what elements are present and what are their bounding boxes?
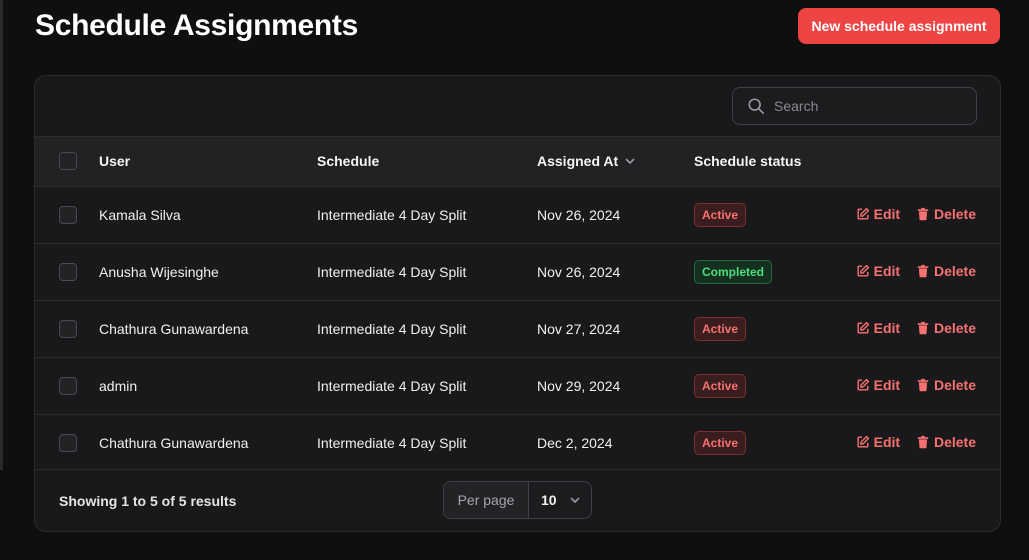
table-row: Chathura Gunawardena Intermediate 4 Day … bbox=[35, 414, 1000, 471]
table-footer: Showing 1 to 5 of 5 results Per page 10 bbox=[35, 469, 1000, 531]
cell-assigned-at: Nov 26, 2024 bbox=[537, 263, 621, 280]
edit-label: Edit bbox=[873, 376, 901, 393]
edit-label: Edit bbox=[873, 319, 901, 336]
edit-icon bbox=[857, 264, 869, 277]
delete-button[interactable]: Delete bbox=[916, 263, 976, 279]
table-header-row: User Schedule Assigned At Schedule statu… bbox=[35, 137, 1000, 186]
trash-icon bbox=[917, 435, 929, 448]
edit-icon bbox=[857, 207, 869, 220]
trash-icon bbox=[917, 378, 929, 391]
edit-icon bbox=[857, 321, 869, 334]
cell-assigned-at: Nov 27, 2024 bbox=[537, 320, 621, 337]
column-header-actions bbox=[844, 137, 1000, 186]
cell-user: Kamala Silva bbox=[99, 206, 181, 223]
row-checkbox[interactable] bbox=[59, 376, 77, 395]
search-box[interactable] bbox=[732, 87, 977, 125]
edit-button[interactable]: Edit bbox=[856, 206, 900, 222]
cell-assigned-at: Nov 29, 2024 bbox=[537, 377, 621, 394]
delete-button[interactable]: Delete bbox=[916, 320, 976, 336]
new-schedule-assignment-button[interactable]: New schedule assignment bbox=[798, 8, 1000, 44]
per-page-value: 10 bbox=[541, 492, 557, 508]
cell-user: admin bbox=[99, 377, 138, 394]
edit-button[interactable]: Edit bbox=[856, 377, 900, 393]
column-header-user[interactable]: User bbox=[99, 137, 317, 186]
edit-icon bbox=[857, 435, 869, 448]
delete-label: Delete bbox=[933, 376, 976, 393]
table-row: admin Intermediate 4 Day Split Nov 29, 2… bbox=[35, 357, 1000, 414]
edit-button[interactable]: Edit bbox=[856, 434, 900, 450]
trash-icon bbox=[917, 264, 929, 277]
cell-schedule: Intermediate 4 Day Split bbox=[317, 377, 467, 394]
row-checkbox[interactable] bbox=[59, 319, 77, 338]
cell-user: Chathura Gunawardena bbox=[99, 320, 249, 337]
edit-label: Edit bbox=[873, 433, 901, 450]
per-page-label: Per page bbox=[444, 482, 529, 518]
search-icon bbox=[748, 98, 765, 115]
select-all-checkbox[interactable] bbox=[59, 152, 77, 171]
window-edge bbox=[0, 0, 3, 470]
column-header-status[interactable]: Schedule status bbox=[694, 137, 844, 186]
chevron-down-icon bbox=[570, 497, 579, 503]
delete-button[interactable]: Delete bbox=[916, 434, 976, 450]
cell-schedule: Intermediate 4 Day Split bbox=[317, 434, 467, 451]
trash-icon bbox=[917, 207, 929, 220]
row-checkbox[interactable] bbox=[59, 205, 77, 224]
per-page-control: Per page 10 bbox=[443, 481, 592, 519]
edit-label: Edit bbox=[873, 262, 901, 279]
cell-user: Anusha Wijesinghe bbox=[99, 263, 219, 280]
delete-label: Delete bbox=[933, 433, 976, 450]
status-badge: Active bbox=[694, 373, 747, 398]
edit-button[interactable]: Edit bbox=[856, 320, 900, 336]
delete-button[interactable]: Delete bbox=[916, 377, 976, 393]
cell-user: Chathura Gunawardena bbox=[99, 434, 249, 451]
cell-assigned-at: Dec 2, 2024 bbox=[537, 434, 613, 451]
results-summary: Showing 1 to 5 of 5 results bbox=[59, 492, 237, 509]
chevron-down-icon bbox=[625, 158, 635, 165]
delete-label: Delete bbox=[933, 262, 976, 279]
status-badge: Active bbox=[694, 430, 747, 455]
delete-label: Delete bbox=[933, 205, 976, 222]
row-checkbox[interactable] bbox=[59, 433, 77, 452]
search-input[interactable] bbox=[774, 98, 964, 114]
table-toolbar bbox=[35, 76, 1000, 137]
per-page-select[interactable]: 10 bbox=[529, 482, 591, 518]
row-checkbox[interactable] bbox=[59, 262, 77, 281]
edit-button[interactable]: Edit bbox=[856, 263, 900, 279]
edit-label: Edit bbox=[873, 205, 901, 222]
table-row: Kamala Silva Intermediate 4 Day Split No… bbox=[35, 186, 1000, 243]
table-row: Anusha Wijesinghe Intermediate 4 Day Spl… bbox=[35, 243, 1000, 300]
edit-icon bbox=[857, 378, 869, 391]
assignments-table-card: User Schedule Assigned At Schedule statu… bbox=[34, 75, 1001, 532]
status-badge: Completed bbox=[694, 259, 773, 284]
delete-label: Delete bbox=[933, 319, 976, 336]
trash-icon bbox=[917, 321, 929, 334]
cell-schedule: Intermediate 4 Day Split bbox=[317, 320, 467, 337]
delete-button[interactable]: Delete bbox=[916, 206, 976, 222]
status-badge: Active bbox=[694, 316, 747, 341]
column-header-assigned-at[interactable]: Assigned At bbox=[537, 137, 694, 186]
column-header-schedule[interactable]: Schedule bbox=[317, 137, 537, 186]
assignments-table: User Schedule Assigned At Schedule statu… bbox=[35, 137, 1000, 471]
table-row: Chathura Gunawardena Intermediate 4 Day … bbox=[35, 300, 1000, 357]
cell-schedule: Intermediate 4 Day Split bbox=[317, 206, 467, 223]
status-badge: Active bbox=[694, 202, 747, 227]
page-title: Schedule Assignments bbox=[35, 9, 358, 42]
cell-assigned-at: Nov 26, 2024 bbox=[537, 206, 621, 223]
column-header-assigned-at-label: Assigned At bbox=[537, 153, 619, 170]
cell-schedule: Intermediate 4 Day Split bbox=[317, 263, 467, 280]
